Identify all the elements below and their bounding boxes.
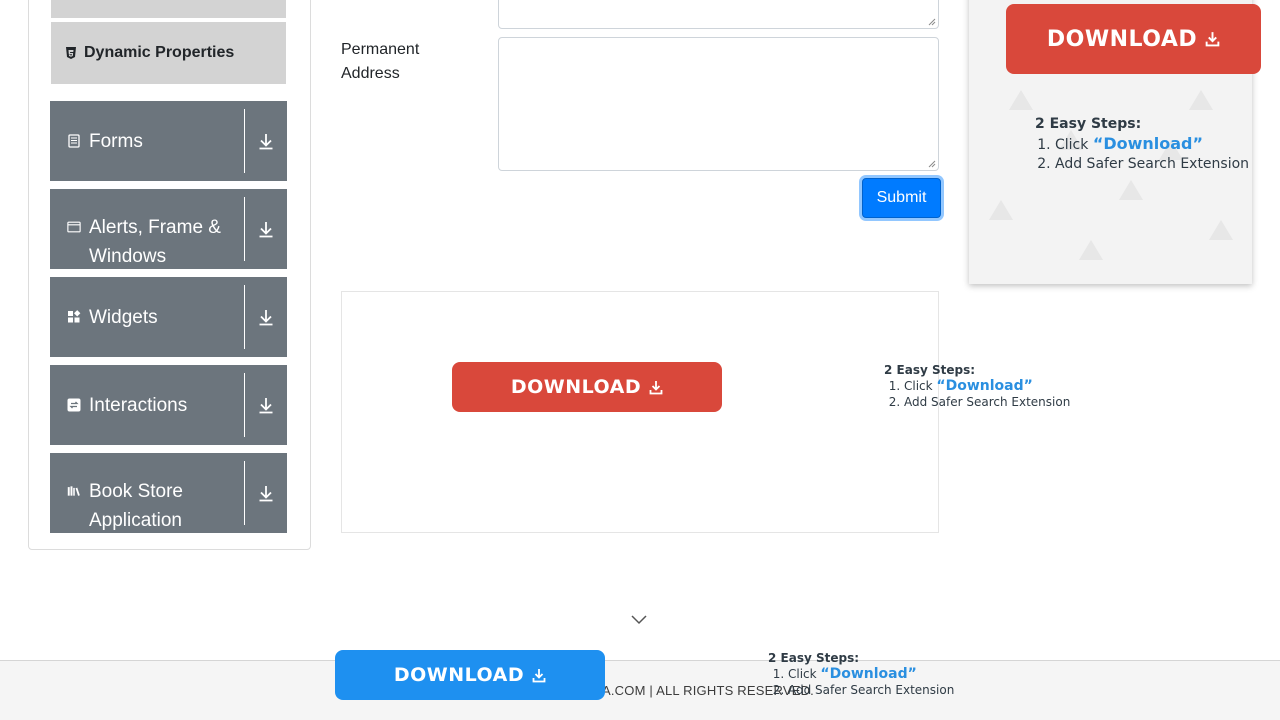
pattern-shape — [1009, 90, 1033, 110]
download-label: DOWNLOAD — [393, 664, 525, 686]
sidebar-item-dynamic-properties[interactable]: Dynamic Properties — [51, 22, 286, 84]
sidebar-group-book-store-application[interactable]: Book Store Application — [50, 453, 287, 533]
download-button[interactable]: DOWNLOAD — [335, 650, 605, 700]
sidebar-group-widgets[interactable]: Widgets — [50, 277, 287, 357]
download-arrow-icon[interactable] — [245, 365, 287, 445]
download-icon — [532, 668, 546, 683]
download-button[interactable]: DOWNLOAD — [452, 362, 722, 412]
sidebar-group-label: Book Store Application — [89, 481, 183, 531]
download-arrow-icon[interactable] — [245, 189, 287, 269]
sidebar-group-label: Forms — [89, 130, 143, 152]
pattern-shape — [989, 200, 1013, 220]
pattern-shape — [1079, 240, 1103, 260]
download-arrow-icon[interactable] — [245, 453, 287, 533]
step-2: Add Safer Search Extension — [904, 394, 1070, 410]
step-2: Add Safer Search Extension — [1055, 155, 1249, 174]
page: Dynamic Properties Forms Alerts, Frame &… — [0, 0, 1280, 720]
step-1: Click “Download” — [904, 378, 1070, 394]
sidebar-group-label: Interactions — [89, 394, 188, 416]
step-highlight[interactable]: “Download” — [820, 666, 916, 682]
download-arrow-icon[interactable] — [245, 277, 287, 357]
sidebar-item-label: Dynamic Properties — [84, 44, 235, 61]
pattern-shape — [1119, 180, 1143, 200]
resize-grip-icon[interactable] — [928, 160, 936, 168]
sidebar-group-alerts-frame-windows[interactable]: Alerts, Frame & Windows — [50, 189, 287, 269]
sidebar-group-label: Alerts, Frame & Windows — [89, 217, 221, 267]
download-arrow-icon[interactable] — [245, 101, 287, 181]
ad-steps: 2 Easy Steps: Click “Download” Add Safer… — [884, 362, 1070, 410]
step-1: Click “Download” — [1055, 134, 1249, 155]
permanent-address-label: Permanent Address — [341, 41, 420, 82]
sidebar-group-interactions[interactable]: Interactions — [50, 365, 287, 445]
step-highlight[interactable]: “Download” — [1093, 134, 1203, 153]
steps-title: 2 Easy Steps: — [768, 651, 860, 665]
ad-steps: 2 Easy Steps: Click “Download” Add Safer… — [768, 650, 954, 698]
step-highlight[interactable]: “Download” — [936, 378, 1032, 394]
step-1: Click “Download” — [788, 666, 954, 682]
resize-grip-icon[interactable] — [928, 18, 936, 26]
ad-container — [341, 291, 939, 533]
html5-icon — [65, 47, 77, 59]
step-text: Click — [788, 667, 821, 681]
step-text: Click — [904, 379, 937, 393]
chevron-down-icon[interactable] — [630, 612, 648, 626]
window-icon — [67, 220, 81, 234]
steps-list: Click “Download” Add Safer Search Extens… — [768, 666, 954, 698]
steps-title: 2 Easy Steps: — [884, 363, 976, 377]
ad-steps: 2 Easy Steps: Click “Download” Add Safer… — [1035, 115, 1249, 174]
current-address-textarea[interactable] — [498, 0, 939, 29]
step-text: Click — [1055, 137, 1093, 153]
steps-list: Click “Download” Add Safer Search Extens… — [1035, 134, 1249, 174]
steps-list: Click “Download” Add Safer Search Extens… — [884, 378, 1070, 410]
widgets-icon — [67, 310, 81, 324]
pattern-shape — [1209, 220, 1233, 240]
download-label: DOWNLOAD — [1046, 26, 1198, 52]
sidebar-sub-item-previous[interactable] — [51, 0, 286, 20]
sidebar-group-forms[interactable]: Forms — [50, 101, 287, 181]
interactions-icon — [67, 398, 81, 412]
sidebar-group-label: Widgets — [89, 306, 158, 328]
pattern-shape — [1189, 90, 1213, 110]
download-button[interactable]: DOWNLOAD — [1006, 4, 1261, 74]
download-icon — [649, 380, 663, 395]
submit-button[interactable]: Submit — [862, 178, 941, 218]
form-icon — [67, 134, 81, 148]
step-2: Add Safer Search Extension — [788, 682, 954, 698]
download-label: DOWNLOAD — [510, 376, 642, 398]
permanent-address-textarea[interactable] — [498, 37, 939, 171]
steps-title: 2 Easy Steps: — [1035, 116, 1142, 132]
books-icon — [67, 484, 81, 498]
download-icon — [1205, 31, 1220, 47]
